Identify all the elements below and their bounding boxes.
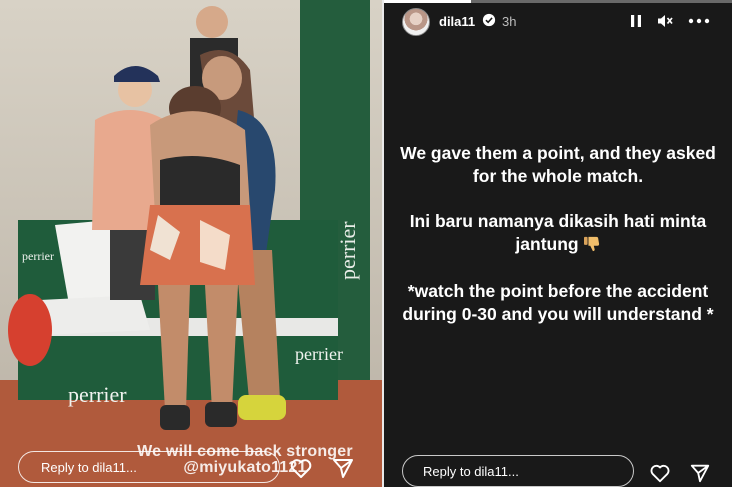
heart-outline-icon[interactable]: [288, 456, 314, 480]
right-story-panel[interactable]: dila11 3h We gave them a point, and they…: [384, 0, 732, 487]
reply-input[interactable]: Reply to dila11...: [402, 455, 634, 487]
send-icon[interactable]: [688, 462, 712, 484]
verified-badge-icon: [482, 13, 496, 27]
left-story-panel[interactable]: perrier perrier perrier perrier We will …: [0, 0, 382, 487]
perrier-small-sign: perrier: [22, 249, 54, 263]
story-progress-fill: [384, 0, 471, 3]
send-icon[interactable]: [330, 456, 356, 480]
post-time: 3h: [502, 14, 517, 29]
reply-input[interactable]: Reply to dila11...: [18, 451, 280, 483]
thumbs-down-emoji-icon: [583, 236, 599, 252]
story-photo: perrier perrier perrier perrier: [0, 0, 382, 487]
perrier-bench-sign-2: perrier: [295, 344, 343, 364]
heart-outline-icon[interactable]: [648, 462, 672, 484]
mute-icon[interactable]: [656, 13, 674, 29]
caption-line-1: We gave them a point, and they asked for…: [400, 143, 716, 186]
caption-line-2: Ini baru namanya dikasih hati minta jant…: [398, 210, 718, 256]
reply-placeholder: Reply to dila11...: [41, 460, 137, 475]
avatar[interactable]: [402, 8, 430, 36]
caption-line-3: *watch the point before the accident dur…: [402, 281, 714, 324]
more-icon[interactable]: [688, 18, 710, 24]
reply-placeholder: Reply to dila11...: [423, 464, 519, 479]
perrier-sign: perrier: [335, 221, 360, 280]
username[interactable]: dila11: [439, 14, 475, 29]
pause-icon[interactable]: [628, 13, 644, 29]
caption-line-2-text: Ini baru namanya dikasih hati minta jant…: [409, 211, 707, 254]
story-progress-bar: [384, 0, 732, 3]
perrier-bench-sign: perrier: [68, 382, 127, 407]
